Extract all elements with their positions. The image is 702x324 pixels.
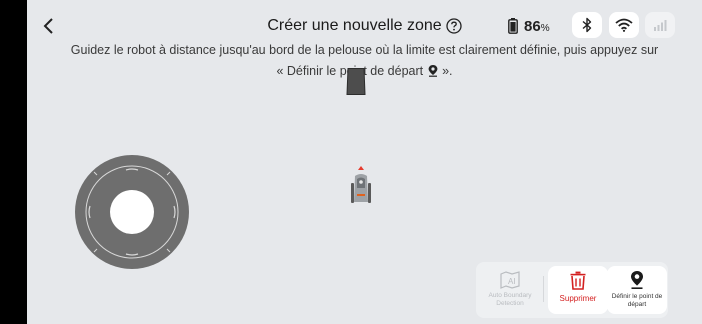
- back-button[interactable]: [37, 14, 61, 38]
- set-start-point-button[interactable]: Définir le point de départ: [607, 266, 667, 314]
- trash-icon: [570, 271, 586, 290]
- joystick-knob: [110, 190, 154, 234]
- bluetooth-icon: [582, 17, 592, 33]
- instruction-line-2-end: ».: [442, 64, 453, 78]
- delete-label: Supprimer: [559, 294, 597, 303]
- instruction-line-1: Guidez le robot à distance jusqu'au bord…: [70, 43, 659, 57]
- set-start-point-label: Définir le point de départ: [611, 293, 663, 308]
- signal-icon: [654, 20, 667, 31]
- charging-station-icon: [346, 68, 366, 95]
- wifi-icon: [615, 18, 633, 32]
- battery-status: 86%: [508, 14, 550, 38]
- auto-boundary-label: Auto Boundary Detection: [488, 292, 532, 307]
- battery-unit: %: [540, 22, 550, 34]
- cellular-status[interactable]: [645, 12, 675, 38]
- robot-mower-icon: [351, 166, 371, 203]
- joystick-control[interactable]: [74, 154, 190, 270]
- svg-text:AI: AI: [508, 277, 516, 286]
- battery-icon: [508, 18, 518, 34]
- toolbar-divider: [543, 276, 544, 302]
- wifi-status[interactable]: [609, 12, 639, 38]
- map-screen: Créer une nouvelle zone 86% Guidez le ro…: [27, 0, 702, 324]
- map-pin-icon: [631, 271, 643, 289]
- battery-percent: 86: [524, 17, 541, 35]
- help-icon[interactable]: [446, 18, 462, 34]
- bottom-toolbar: AI Auto Boundary Detection Supprimer Déf…: [476, 262, 668, 318]
- chevron-left-icon: [43, 18, 53, 34]
- ai-map-icon: AI: [500, 271, 520, 289]
- bluetooth-status[interactable]: [572, 12, 602, 38]
- auto-boundary-button[interactable]: AI Auto Boundary Detection: [480, 266, 540, 314]
- delete-button[interactable]: Supprimer: [548, 266, 608, 314]
- map-pin-icon: [428, 65, 437, 77]
- page-title: Créer une nouvelle zone: [267, 17, 442, 34]
